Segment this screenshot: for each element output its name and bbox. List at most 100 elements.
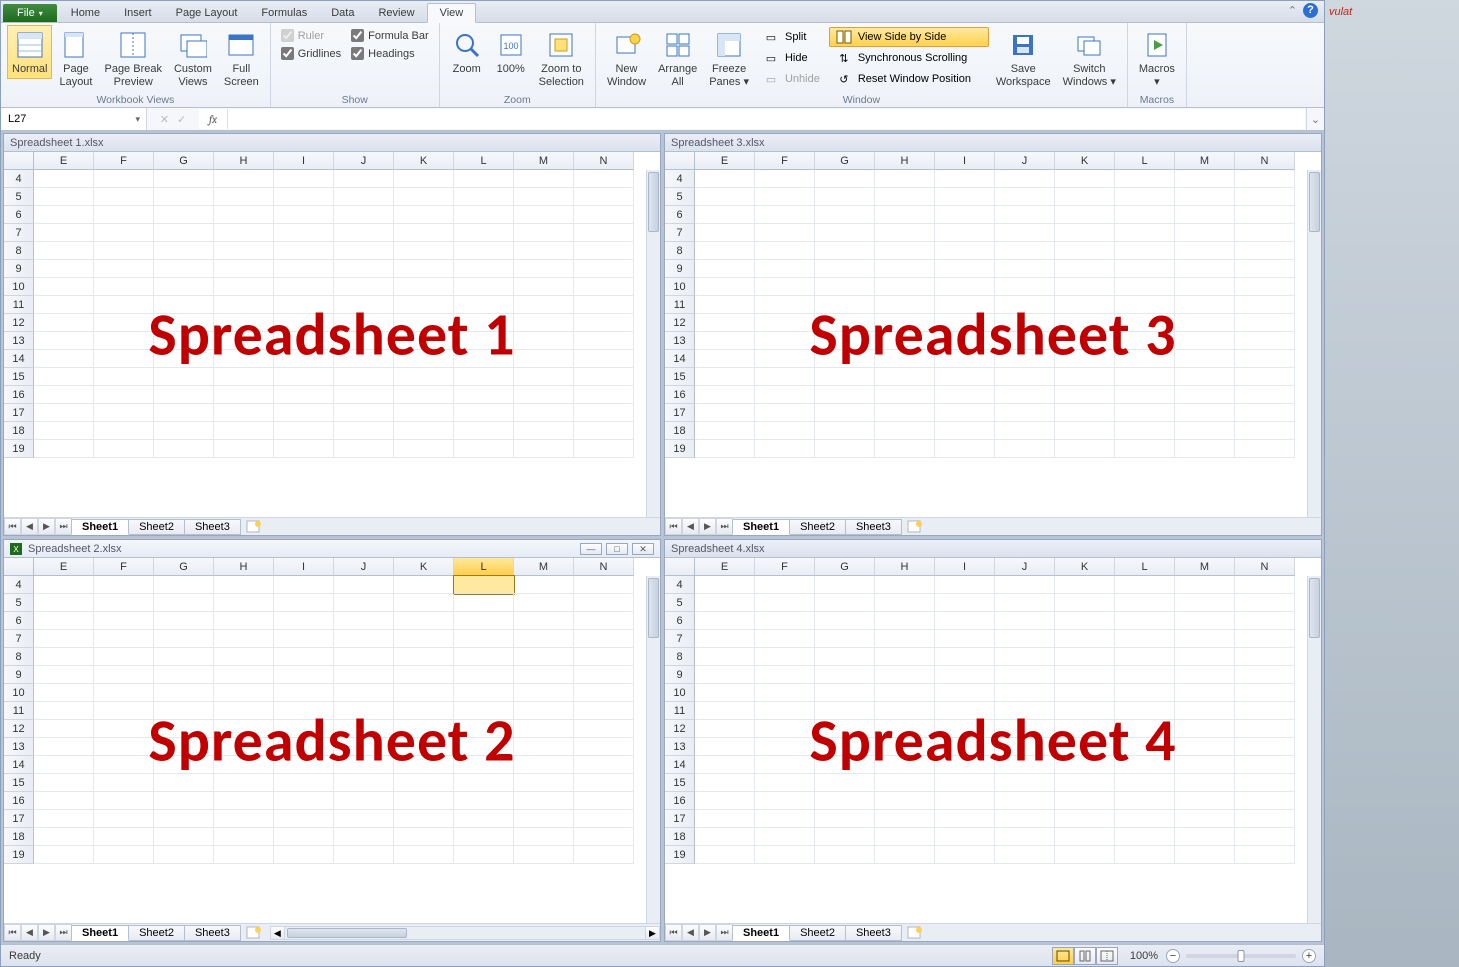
cell[interactable] <box>1175 314 1235 332</box>
cell[interactable] <box>214 404 274 422</box>
cell[interactable] <box>574 350 634 368</box>
cell[interactable] <box>875 188 935 206</box>
cell[interactable] <box>995 170 1055 188</box>
cell[interactable] <box>1115 350 1175 368</box>
cell[interactable] <box>34 440 94 458</box>
cell[interactable] <box>394 612 454 630</box>
scroll-thumb[interactable] <box>1309 172 1320 232</box>
cell[interactable] <box>995 278 1055 296</box>
cell[interactable] <box>154 404 214 422</box>
cells[interactable] <box>695 170 1307 517</box>
cell[interactable] <box>755 440 815 458</box>
cell[interactable] <box>875 774 935 792</box>
cell[interactable] <box>995 648 1055 666</box>
minimize-window-button[interactable]: — <box>580 543 602 555</box>
cell[interactable] <box>574 224 634 242</box>
cell[interactable] <box>935 296 995 314</box>
cell[interactable] <box>935 278 995 296</box>
row-header[interactable]: 10 <box>4 278 34 296</box>
cell[interactable] <box>214 332 274 350</box>
cell[interactable] <box>995 666 1055 684</box>
cell[interactable] <box>995 792 1055 810</box>
close-window-button[interactable]: ✕ <box>632 543 654 555</box>
cell[interactable] <box>94 828 154 846</box>
page-break-preview-button[interactable]: Page BreakPreview <box>99 25 166 91</box>
cell[interactable] <box>154 774 214 792</box>
cell[interactable] <box>695 810 755 828</box>
row-header[interactable]: 15 <box>4 368 34 386</box>
cell[interactable] <box>695 720 755 738</box>
cell[interactable] <box>995 684 1055 702</box>
cell[interactable] <box>1115 774 1175 792</box>
cell[interactable] <box>514 792 574 810</box>
cell[interactable] <box>995 206 1055 224</box>
cell[interactable] <box>1055 828 1115 846</box>
cell[interactable] <box>34 386 94 404</box>
cell[interactable] <box>1115 828 1175 846</box>
cell[interactable] <box>94 422 154 440</box>
cell[interactable] <box>1055 296 1115 314</box>
cell[interactable] <box>394 684 454 702</box>
select-all-corner[interactable] <box>4 152 34 170</box>
cell[interactable] <box>214 188 274 206</box>
cell[interactable] <box>154 756 214 774</box>
cell[interactable] <box>935 810 995 828</box>
cell[interactable] <box>514 846 574 864</box>
cell[interactable] <box>514 188 574 206</box>
cell[interactable] <box>1235 756 1295 774</box>
page-layout-button[interactable]: PageLayout <box>54 25 97 91</box>
cell[interactable] <box>274 828 334 846</box>
cell[interactable] <box>1055 738 1115 756</box>
row-header[interactable]: 16 <box>665 792 695 810</box>
cell[interactable] <box>34 242 94 260</box>
cell[interactable] <box>454 594 514 612</box>
cell[interactable] <box>755 846 815 864</box>
cell[interactable] <box>1115 612 1175 630</box>
cell[interactable] <box>815 738 875 756</box>
cell[interactable] <box>815 846 875 864</box>
row-header[interactable]: 16 <box>665 386 695 404</box>
workbook-window[interactable]: Spreadsheet 1.xlsxEFGHIJKLMN456789101112… <box>3 133 661 536</box>
switch-windows-button[interactable]: SwitchWindows ▾ <box>1058 25 1121 91</box>
cell[interactable] <box>815 422 875 440</box>
cell[interactable] <box>1055 612 1115 630</box>
cell[interactable] <box>394 810 454 828</box>
sheet-tab[interactable]: Sheet1 <box>71 925 129 941</box>
cell[interactable] <box>154 440 214 458</box>
cell[interactable] <box>34 314 94 332</box>
cell[interactable] <box>574 828 634 846</box>
formula-input[interactable]: fx <box>199 109 1305 129</box>
cell[interactable] <box>394 296 454 314</box>
cell[interactable] <box>935 422 995 440</box>
cell[interactable] <box>1235 206 1295 224</box>
cell[interactable] <box>815 594 875 612</box>
cell[interactable] <box>334 224 394 242</box>
cell[interactable] <box>154 332 214 350</box>
cell[interactable] <box>34 846 94 864</box>
cell[interactable] <box>935 684 995 702</box>
column-header[interactable]: J <box>995 558 1055 576</box>
cell[interactable] <box>214 756 274 774</box>
cell[interactable] <box>1115 188 1175 206</box>
cell[interactable] <box>935 576 995 594</box>
cell[interactable] <box>274 810 334 828</box>
cell[interactable] <box>334 170 394 188</box>
view-page-break-button[interactable] <box>1096 947 1118 965</box>
view-side-by-side-button[interactable]: View Side by Side <box>829 27 989 47</box>
new-sheet-button[interactable] <box>244 925 264 940</box>
cell[interactable] <box>1055 720 1115 738</box>
cell[interactable] <box>935 386 995 404</box>
row-header[interactable]: 12 <box>665 720 695 738</box>
column-header[interactable]: F <box>94 558 154 576</box>
cell[interactable] <box>755 720 815 738</box>
zoom-slider[interactable]: − + <box>1166 949 1316 963</box>
cell[interactable] <box>875 314 935 332</box>
cell[interactable] <box>334 368 394 386</box>
tab-nav-prev[interactable]: ◀ <box>682 518 699 535</box>
cell[interactable] <box>394 756 454 774</box>
cell[interactable] <box>274 576 334 594</box>
cell[interactable] <box>1055 684 1115 702</box>
cell[interactable] <box>1115 422 1175 440</box>
cell[interactable] <box>214 350 274 368</box>
cell[interactable] <box>1055 314 1115 332</box>
